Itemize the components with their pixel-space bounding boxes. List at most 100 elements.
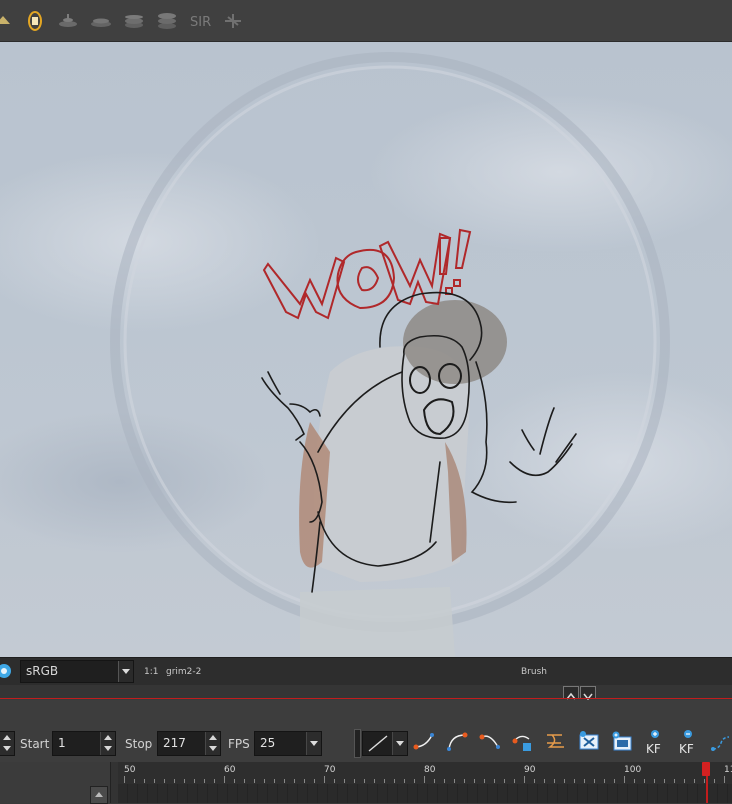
prev-spin[interactable] bbox=[0, 731, 15, 756]
chevron-down-icon[interactable] bbox=[306, 732, 321, 755]
remove-kf-label: KF bbox=[679, 742, 694, 755]
drawing-viewport[interactable] bbox=[0, 42, 732, 657]
frame-ruler[interactable]: 50 60 70 80 90 100 110 bbox=[118, 762, 732, 803]
ruler-tick bbox=[244, 779, 245, 783]
motion-path-icon[interactable] bbox=[709, 729, 732, 755]
start-field[interactable]: 1 bbox=[52, 731, 116, 756]
stop-value: 217 bbox=[163, 736, 186, 750]
add-kf-label: KF bbox=[646, 742, 661, 755]
ruler-tick bbox=[414, 779, 415, 783]
ruler-tick bbox=[134, 779, 135, 783]
interpolation-select[interactable] bbox=[362, 731, 408, 756]
chevron-down-icon[interactable] bbox=[118, 661, 133, 682]
ruler-tick bbox=[294, 779, 295, 783]
stop-spin-buttons[interactable] bbox=[205, 732, 220, 755]
ruler-tick bbox=[644, 779, 645, 783]
playhead-handle[interactable] bbox=[702, 762, 710, 776]
ruler-tick bbox=[304, 779, 305, 783]
layer-stack-4-icon[interactable] bbox=[156, 9, 178, 33]
ruler-label: 110 bbox=[724, 765, 732, 775]
ruler-tick bbox=[284, 779, 285, 783]
ruler-tick bbox=[654, 779, 655, 783]
ruler-label: 100 bbox=[624, 765, 642, 775]
reference-icon[interactable] bbox=[222, 9, 244, 33]
color-space-select[interactable]: sRGB bbox=[20, 660, 134, 683]
ruler-tick bbox=[484, 779, 485, 783]
ruler-tick bbox=[564, 779, 565, 783]
ruler-tick bbox=[204, 779, 205, 783]
fps-value: 25 bbox=[260, 736, 276, 750]
ruler-tick bbox=[334, 779, 335, 783]
ruler-tick bbox=[554, 779, 555, 783]
ruler-tick bbox=[504, 779, 505, 783]
ruler-label: 50 bbox=[124, 765, 136, 775]
spin-buttons[interactable] bbox=[0, 732, 14, 755]
ruler-tick bbox=[154, 779, 155, 783]
fps-label: FPS bbox=[228, 737, 250, 751]
ease-out-icon[interactable] bbox=[445, 729, 469, 755]
svg-text:SIR: SIR bbox=[190, 15, 211, 30]
layer-stack-2-icon[interactable] bbox=[90, 9, 112, 33]
scroll-up-icon[interactable] bbox=[90, 786, 108, 804]
ruler-tick bbox=[164, 779, 165, 783]
constant-key-icon[interactable] bbox=[511, 729, 535, 755]
canvas-artwork bbox=[0, 52, 732, 657]
ruler-tick bbox=[614, 779, 615, 783]
ruler-tick bbox=[424, 776, 425, 783]
ruler-tick bbox=[724, 776, 725, 783]
start-spin-buttons[interactable] bbox=[100, 732, 115, 755]
layer-stack-icon[interactable] bbox=[57, 9, 79, 33]
chevron-down-icon[interactable] bbox=[392, 732, 407, 755]
ruler-tick bbox=[434, 779, 435, 783]
ruler-tick bbox=[674, 779, 675, 783]
ruler-tick bbox=[124, 776, 125, 783]
ruler-tick bbox=[584, 779, 585, 783]
ruler-tick bbox=[184, 779, 185, 783]
divider-line bbox=[0, 698, 732, 699]
ease-in-out-icon[interactable] bbox=[478, 729, 502, 755]
delete-key-icon[interactable] bbox=[577, 729, 601, 755]
add-key-folder-icon[interactable] bbox=[610, 729, 634, 755]
panel-divider[interactable] bbox=[0, 685, 732, 701]
frame-row[interactable] bbox=[118, 784, 732, 803]
step-key-icon[interactable] bbox=[544, 729, 568, 755]
light-table-icon[interactable] bbox=[24, 9, 46, 33]
ruler-tick bbox=[344, 779, 345, 783]
stop-field[interactable]: 217 bbox=[157, 731, 221, 756]
ruler-tick bbox=[314, 779, 315, 783]
ruler-tick bbox=[474, 779, 475, 783]
ruler-label: 90 bbox=[524, 765, 536, 775]
fps-select[interactable]: 25 bbox=[254, 731, 322, 756]
layer-stack-3-icon[interactable] bbox=[123, 9, 145, 33]
ruler-tick bbox=[494, 779, 495, 783]
ruler-tick bbox=[234, 779, 235, 783]
ruler-tick bbox=[514, 779, 515, 783]
ruler-tick bbox=[384, 779, 385, 783]
ruler-tick bbox=[634, 779, 635, 783]
ruler-tick bbox=[544, 779, 545, 783]
remove-keyframe-button[interactable]: KF bbox=[676, 729, 700, 755]
zoom-level: 1:1 bbox=[144, 667, 159, 677]
ruler-tick bbox=[664, 779, 665, 783]
ruler-tick bbox=[374, 779, 375, 783]
onion-skin-icon[interactable] bbox=[0, 9, 14, 33]
ruler-tick bbox=[684, 779, 685, 783]
ruler-tick bbox=[444, 779, 445, 783]
ruler-label: 60 bbox=[224, 765, 236, 775]
ruler-tick bbox=[604, 779, 605, 783]
ruler-tick bbox=[534, 779, 535, 783]
drawing-name: grim2-2 bbox=[166, 667, 202, 677]
ruler-tick bbox=[174, 779, 175, 783]
ruler-tick bbox=[464, 779, 465, 783]
color-settings-icon[interactable] bbox=[0, 661, 14, 681]
ruler-label: 70 bbox=[324, 765, 336, 775]
add-keyframe-button[interactable]: KF bbox=[643, 729, 667, 755]
ease-in-icon[interactable] bbox=[412, 729, 436, 755]
sir-icon[interactable]: SIR bbox=[189, 9, 211, 33]
ruler-label: 80 bbox=[424, 765, 436, 775]
color-space-value: sRGB bbox=[26, 664, 59, 678]
top-toolbar: SIR bbox=[0, 0, 732, 42]
ruler-tick bbox=[354, 779, 355, 783]
ruler-tick bbox=[454, 779, 455, 783]
ruler-tick bbox=[214, 779, 215, 783]
